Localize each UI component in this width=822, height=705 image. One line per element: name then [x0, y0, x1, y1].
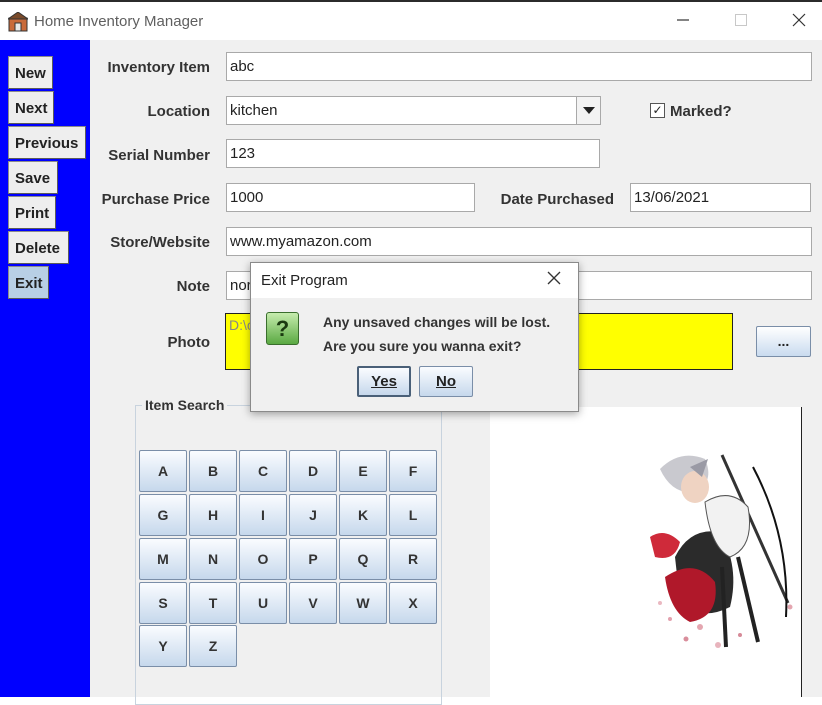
marked-label: Marked?	[670, 103, 732, 120]
store-website-label: Store/Website	[110, 234, 210, 251]
next-button[interactable]: Next	[8, 91, 54, 124]
serial-number-label: Serial Number	[108, 147, 210, 164]
sidebar-toolbar: New Next Previous Save Print Delete Exit	[0, 40, 90, 697]
purchase-price-field[interactable]: 1000	[226, 183, 475, 212]
maximize-icon[interactable]	[718, 9, 764, 37]
letter-button-l[interactable]: L	[389, 494, 437, 536]
letter-button-k[interactable]: K	[339, 494, 387, 536]
location-combo[interactable]: kitchen	[226, 96, 601, 125]
letter-button-z[interactable]: Z	[189, 625, 237, 667]
exit-button[interactable]: Exit	[8, 266, 49, 299]
yes-button[interactable]: Yes	[357, 366, 411, 397]
letter-button-p[interactable]: P	[289, 538, 337, 580]
letter-button-h[interactable]: H	[189, 494, 237, 536]
dialog-titlebar: Exit Program	[251, 263, 578, 298]
inventory-item-label: Inventory Item	[107, 59, 210, 76]
location-label: Location	[147, 103, 211, 120]
app-icon	[6, 11, 30, 32]
question-icon: ?	[266, 312, 299, 345]
letter-button-c[interactable]: C	[239, 450, 287, 492]
letter-button-o[interactable]: O	[239, 538, 287, 580]
location-value: kitchen	[230, 102, 278, 119]
letter-button-j[interactable]: J	[289, 494, 337, 536]
dialog-close-icon[interactable]	[547, 269, 561, 290]
marked-checkbox[interactable]: ✓	[650, 103, 665, 118]
dialog-message-line1: Any unsaved changes will be lost.	[323, 314, 551, 330]
dialog-title: Exit Program	[261, 272, 348, 289]
letter-button-i[interactable]: I	[239, 494, 287, 536]
letter-button-q[interactable]: Q	[339, 538, 387, 580]
previous-button[interactable]: Previous	[8, 126, 86, 159]
note-label: Note	[176, 278, 210, 295]
photo-image	[650, 454, 793, 648]
delete-button[interactable]: Delete	[8, 231, 69, 264]
letter-button-f[interactable]: F	[389, 450, 437, 492]
letter-button-n[interactable]: N	[189, 538, 237, 580]
new-button[interactable]: New	[8, 56, 53, 89]
letter-button-t[interactable]: T	[189, 582, 237, 624]
minimize-icon[interactable]	[660, 9, 706, 37]
exit-dialog: Exit Program ? Any unsaved changes will …	[250, 262, 579, 412]
date-purchased-label: Date Purchased	[500, 191, 614, 208]
letter-button-x[interactable]: X	[389, 582, 437, 624]
save-button[interactable]: Save	[8, 161, 58, 194]
letter-button-v[interactable]: V	[289, 582, 337, 624]
main-window: New Next Previous Save Print Delete Exit…	[0, 40, 822, 705]
letter-button-r[interactable]: R	[389, 538, 437, 580]
letter-button-b[interactable]: B	[189, 450, 237, 492]
window-titlebar: Home Inventory Manager	[0, 0, 822, 40]
inventory-item-field[interactable]: abc	[226, 52, 812, 81]
print-button[interactable]: Print	[8, 196, 56, 229]
item-search-title: Item Search	[142, 397, 228, 413]
chevron-down-icon[interactable]	[576, 97, 600, 124]
letter-button-m[interactable]: M	[139, 538, 187, 580]
store-website-field[interactable]: www.myamazon.com	[226, 227, 812, 256]
letter-button-e[interactable]: E	[339, 450, 387, 492]
window-title: Home Inventory Manager	[34, 13, 204, 30]
no-button[interactable]: No	[419, 366, 473, 397]
photo-label: Photo	[167, 334, 211, 351]
letter-button-d[interactable]: D	[289, 450, 337, 492]
serial-number-field[interactable]: 123	[226, 139, 600, 168]
browse-photo-button[interactable]: ...	[756, 326, 811, 357]
close-icon[interactable]	[776, 9, 822, 37]
dialog-message-line2: Are you sure you wanna exit?	[323, 338, 522, 354]
letter-button-u[interactable]: U	[239, 582, 287, 624]
date-purchased-field[interactable]: 13/06/2021	[630, 183, 811, 212]
letter-button-g[interactable]: G	[139, 494, 187, 536]
letter-button-a[interactable]: A	[139, 450, 187, 492]
letter-button-s[interactable]: S	[139, 582, 187, 624]
photo-preview	[490, 407, 802, 697]
letter-button-y[interactable]: Y	[139, 625, 187, 667]
purchase-price-label: Purchase Price	[101, 191, 210, 208]
letter-button-w[interactable]: W	[339, 582, 387, 624]
